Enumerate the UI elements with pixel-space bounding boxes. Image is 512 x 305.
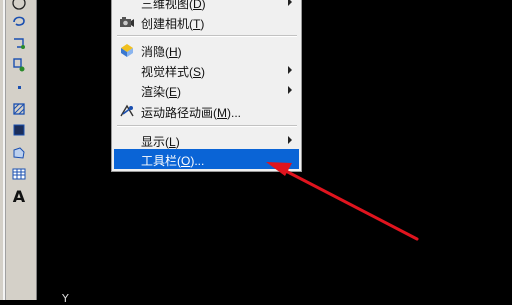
annotation-arrow [266,162,419,241]
